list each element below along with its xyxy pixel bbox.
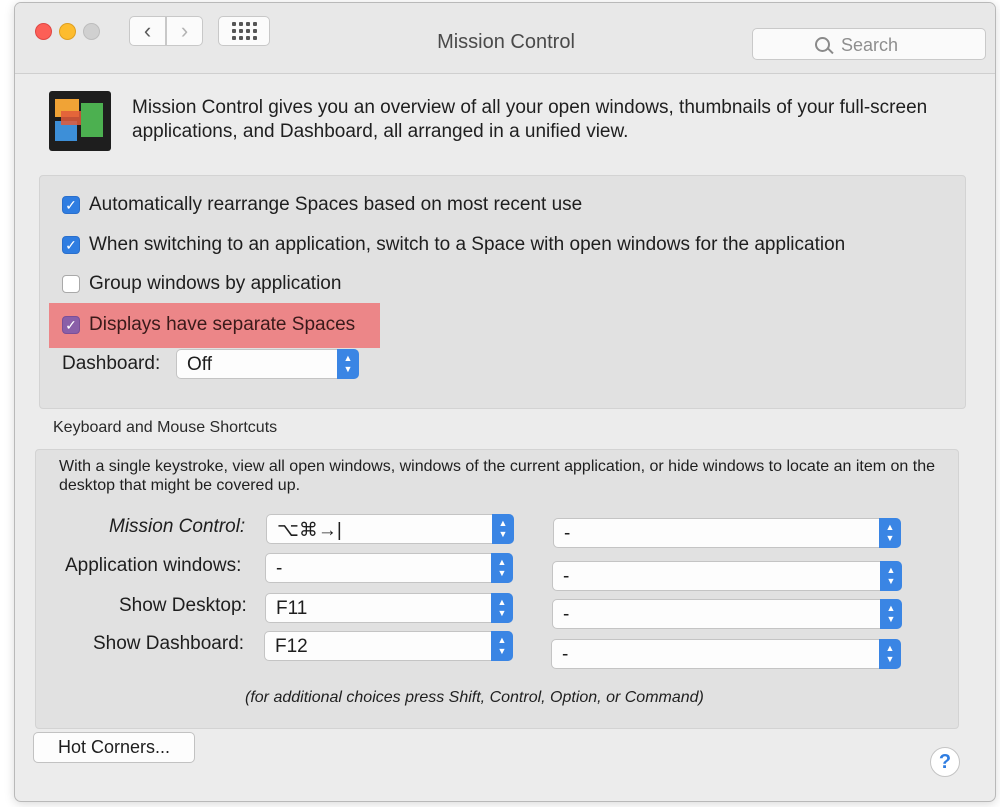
mouse-value: - [564,523,571,544]
stepper-arrows-icon: ▲ ▼ [879,639,901,669]
key-value: - [276,558,283,579]
chevron-right-icon: › [180,18,189,43]
show-desktop-mouse-select[interactable]: - ▲ ▼ [552,599,902,629]
mission-control-app-icon [49,91,111,151]
show-dashboard-key-select[interactable]: F12 ▲ ▼ [264,631,513,661]
dashboard-value: Off [187,354,212,375]
dashboard-select[interactable]: Off ▲ ▼ [176,349,359,379]
checkbox-switch-space[interactable]: ✓ [62,236,80,254]
row-label-show-desktop: Show Desktop: [119,595,247,616]
key-value: ⌥⌘→| [277,520,342,541]
application-windows-mouse-select[interactable]: - ▲ ▼ [552,561,902,591]
show-dashboard-mouse-select[interactable]: - ▲ ▼ [551,639,901,669]
zoom-window-button[interactable] [83,23,100,40]
grid-icon [231,22,257,40]
intro-description: Mission Control gives you an overview of… [132,97,928,142]
close-window-button[interactable] [35,23,52,40]
mission-control-mouse-select[interactable]: - ▲ ▼ [553,518,901,548]
chevron-left-icon: ‹ [143,18,152,43]
show-desktop-key-select[interactable]: F11 ▲ ▼ [265,593,513,623]
hot-corners-button[interactable]: Hot Corners... [33,732,195,763]
shortcuts-description: With a single keystroke, view all open w… [59,458,936,494]
search-field[interactable]: Search [752,28,986,60]
forward-button[interactable]: › [166,16,203,46]
preferences-window: ‹ › Mission Control Search Mission Contr… [14,2,996,802]
mouse-value: - [563,566,570,587]
back-button[interactable]: ‹ [129,16,166,46]
key-value: F11 [276,598,308,619]
help-button[interactable]: ? [930,747,960,777]
mouse-value: - [562,644,569,665]
title-bar: ‹ › Mission Control Search [15,3,995,74]
mission-control-key-select[interactable]: ⌥⌘→| ▲ ▼ [266,514,514,544]
search-placeholder: Search [841,35,899,55]
stepper-arrows-icon: ▲ ▼ [491,631,513,661]
show-all-button[interactable] [218,16,270,46]
checkbox-auto-rearrange[interactable]: ✓ [62,196,80,214]
option-auto-rearrange[interactable]: ✓ Automatically rearrange Spaces based o… [62,193,582,217]
option-switch-space[interactable]: ✓ When switching to an application, swit… [62,233,845,257]
search-icon [815,37,830,52]
row-label-show-dashboard: Show Dashboard: [93,633,245,654]
row-label-mission-control: Mission Control: [109,516,246,537]
option-label: Displays have separate Spaces [89,314,356,335]
window-title: Mission Control [437,31,575,53]
checkbox-group-windows[interactable] [62,275,80,293]
option-label: Automatically rearrange Spaces based on … [89,194,583,215]
modifier-hint: (for additional choices press Shift, Con… [245,689,704,706]
dashboard-label: Dashboard: [62,353,161,374]
option-separate-spaces[interactable]: ✓ Displays have separate Spaces [62,313,355,337]
stepper-arrows-icon: ▲ ▼ [879,518,901,548]
option-group-windows[interactable]: Group windows by application [62,272,341,296]
row-label-application-windows: Application windows: [65,555,242,576]
stepper-arrows-icon: ▲ ▼ [880,561,902,591]
stepper-arrows-icon: ▲ ▼ [491,593,513,623]
stepper-arrows-icon: ▲ ▼ [491,553,513,583]
minimize-window-button[interactable] [59,23,76,40]
key-value: F12 [275,636,308,657]
checkbox-separate-spaces[interactable]: ✓ [62,316,80,334]
option-label: When switching to an application, switch… [89,234,846,255]
option-label: Group windows by application [89,273,342,294]
section-title: Keyboard and Mouse Shortcuts [53,419,278,436]
stepper-arrows-icon: ▲ ▼ [492,514,514,544]
application-windows-key-select[interactable]: - ▲ ▼ [265,553,513,583]
stepper-arrows-icon: ▲ ▼ [337,349,359,379]
mouse-value: - [563,604,570,625]
stepper-arrows-icon: ▲ ▼ [880,599,902,629]
